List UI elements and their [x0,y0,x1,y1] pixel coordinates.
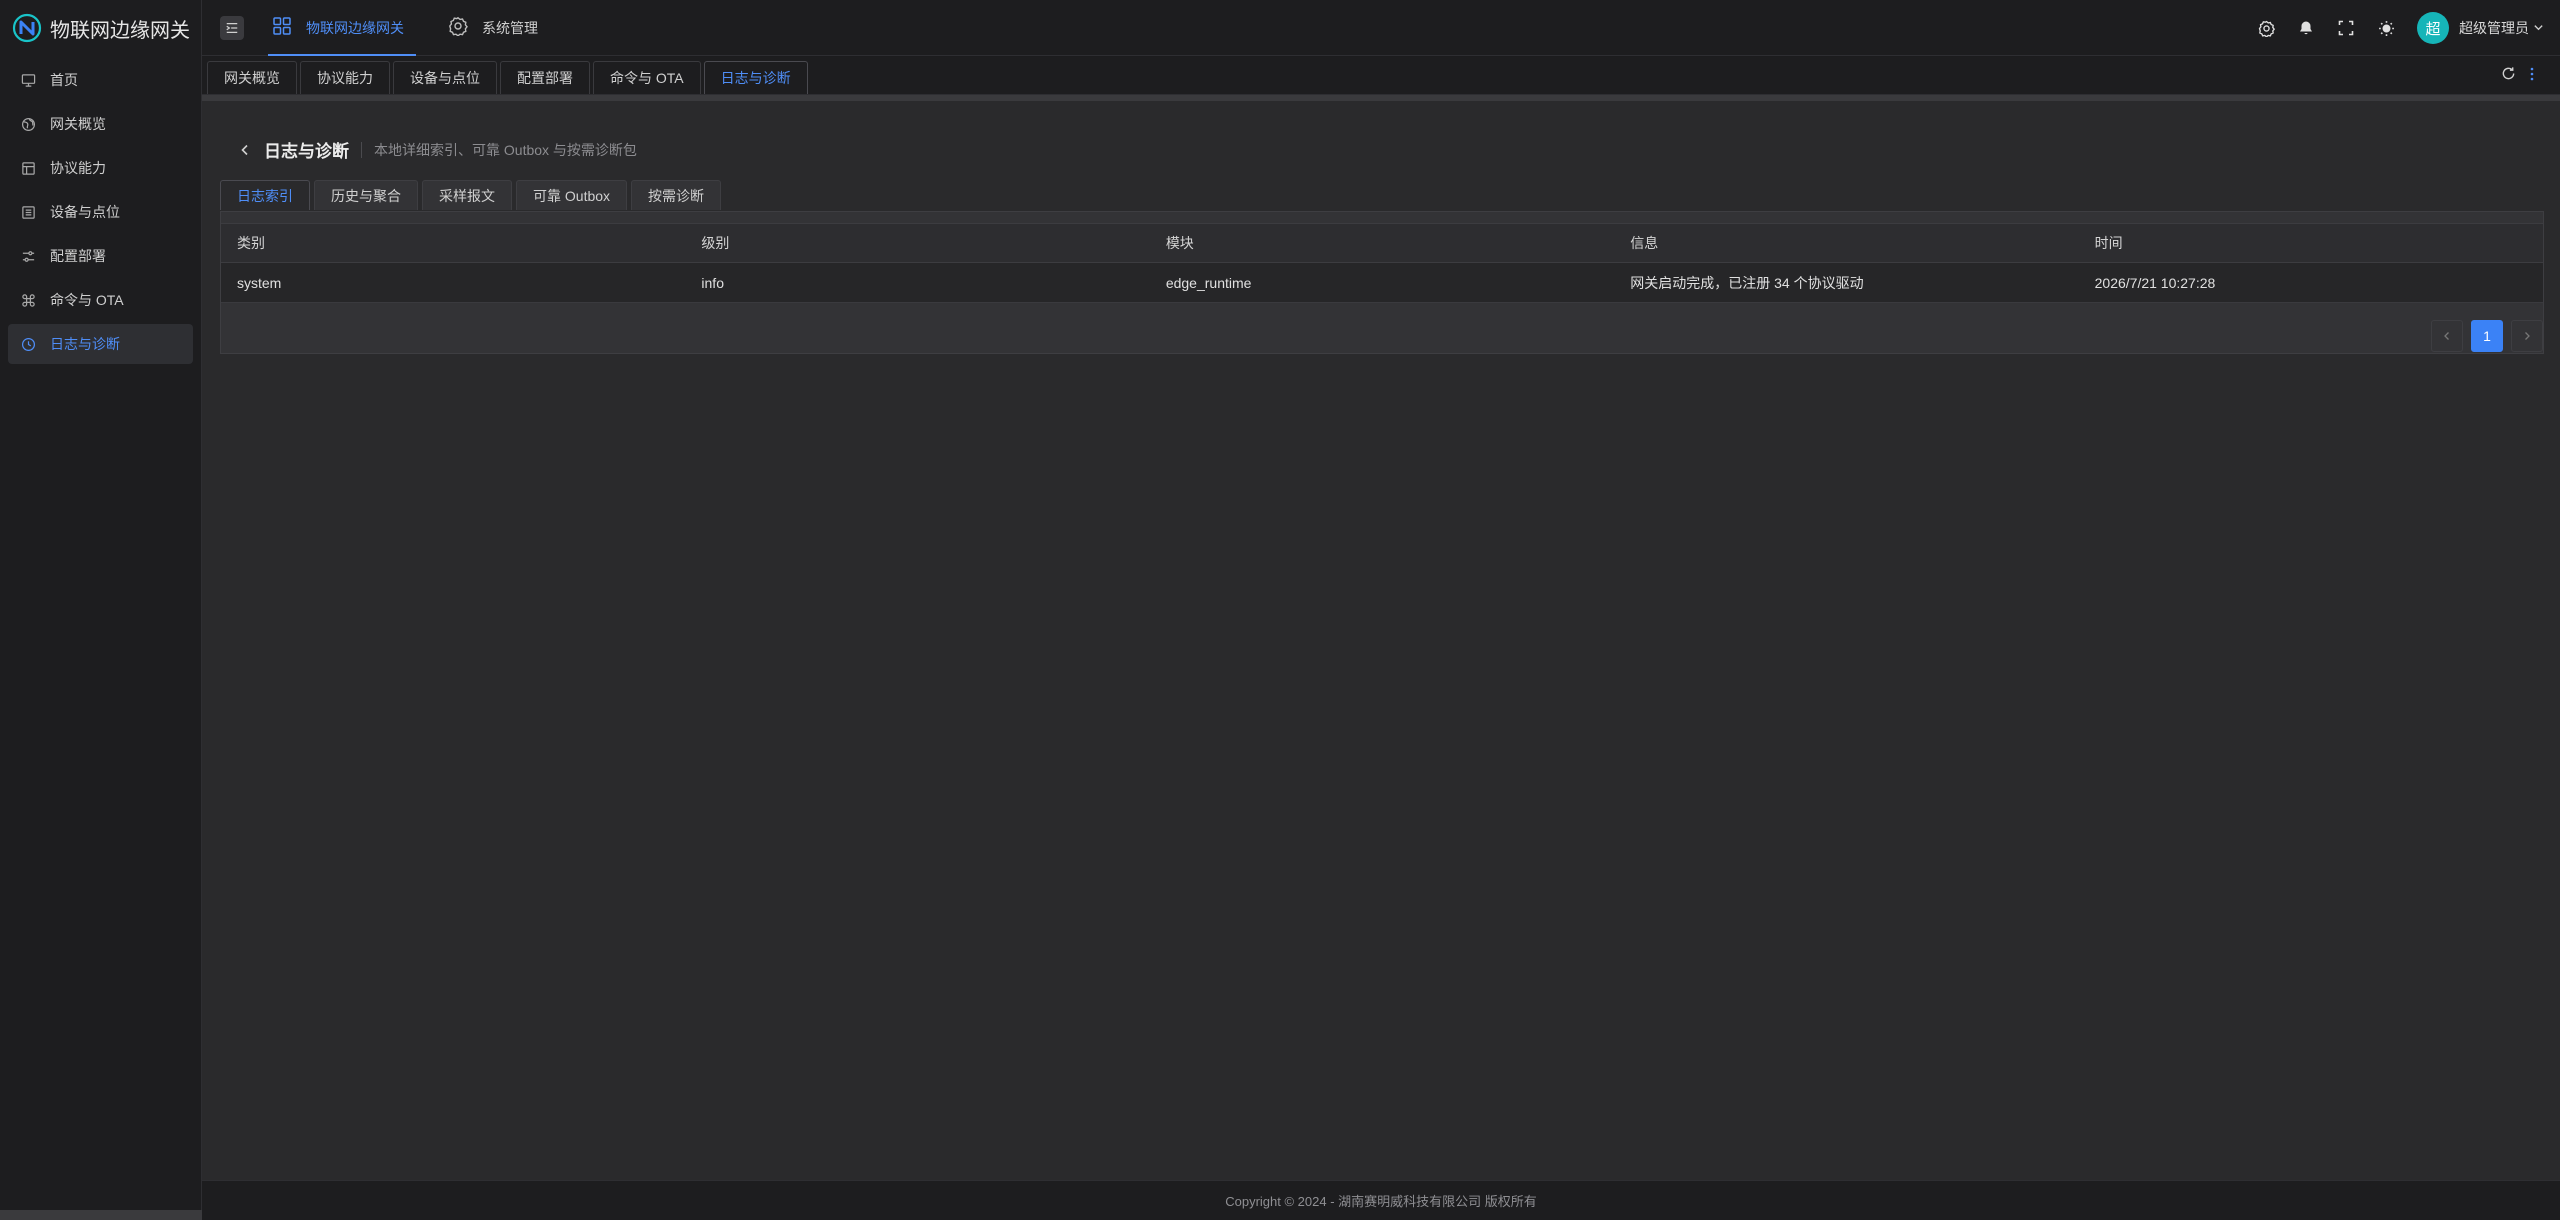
settings-icon[interactable] [2257,19,2275,37]
top-menu: 物联网边缘网关 系统管理 [260,0,550,56]
chevron-right-icon [2525,332,2530,340]
column-header: 时间 [2094,235,2123,251]
subtab-history[interactable]: 历史与聚合 [314,180,418,210]
page-subtitle: 本地详细索引、可靠 Outbox 与按需诊断包 [374,141,637,158]
app-title: 物联网边缘网关 [50,19,190,42]
sidebar-item-command-ota[interactable]: 命令与 OTA [8,280,193,320]
tab-protocol[interactable]: 协议能力 [300,61,390,94]
command-icon [20,292,36,308]
table-cell: system [237,274,282,291]
grid-icon [272,16,292,39]
subtab-outbox[interactable]: 可靠 Outbox [516,180,628,210]
chevron-left-icon [2444,332,2449,340]
sidebar-item-label: 配置部署 [50,248,106,264]
sidebar-nav: 首页 网关概览 协议能力 设备与点位 配置部署 命令与 OTA 日志与诊断 [0,60,201,364]
page-button[interactable]: 1 [2471,320,2503,352]
table-row[interactable]: system info edge_runtime 网关启动完成，已注册 34 个… [221,263,2543,303]
subtab-sample[interactable]: 采样报文 [422,180,512,210]
tab-gateway-overview[interactable]: 网关概览 [207,61,297,94]
sidebar: 物联网边缘网关 首页 网关概览 协议能力 设备与点位 配置部署 命令与 OTA … [0,0,202,1220]
column-header: 模块 [1165,235,1194,251]
layout-icon [20,160,36,176]
next-page-button[interactable] [2511,320,2543,352]
tab-devices[interactable]: 设备与点位 [393,61,497,94]
user-name: 超级管理员 [2459,20,2529,36]
main-content: 日志与诊断 本地详细索引、可靠 Outbox 与按需诊断包 日志索引 历史与聚合… [202,95,2560,1180]
app-logo[interactable]: 物联网边缘网关 [0,0,201,56]
tab-config[interactable]: 配置部署 [500,61,590,94]
divider [361,141,362,158]
list-icon [20,204,36,220]
top-menu-system[interactable]: 系统管理 [436,0,550,56]
sidebar-item-label: 日志与诊断 [50,336,120,352]
page-tabs-actions [2501,57,2534,95]
table-cell: 2026/7/21 10:27:28 [2094,274,2216,291]
logo-icon [12,13,42,43]
page-tabs: 网关概览 协议能力 设备与点位 配置部署 命令与 OTA 日志与诊断 [202,57,2560,95]
sidebar-item-protocol[interactable]: 协议能力 [8,148,193,188]
sidebar-item-label: 命令与 OTA [50,292,124,308]
fullscreen-icon[interactable] [2337,19,2355,37]
back-icon[interactable] [238,143,252,157]
copyright-text: Copyright © 2024 - 湖南赛明威科技有限公司 版权所有 [1225,1194,1537,1209]
footer: Copyright © 2024 - 湖南赛明威科技有限公司 版权所有 [202,1180,2560,1220]
header-actions: 超 超级管理员 [2257,0,2544,56]
sidebar-item-config[interactable]: 配置部署 [8,236,193,276]
clock-icon [20,336,36,352]
gear-icon [448,16,468,39]
sidebar-item-label: 设备与点位 [50,204,120,220]
pagination: 1 [2431,320,2543,352]
log-panel: 类别 级别 模块 信息 时间 system info edge_runtime … [220,211,2544,354]
bell-icon[interactable] [2297,19,2315,37]
user-menu[interactable]: 超 超级管理员 [2417,12,2544,44]
more-vertical-icon[interactable] [2530,67,2534,86]
sidebar-item-logs[interactable]: 日志与诊断 [8,324,193,364]
table-cell: 网关启动完成，已注册 34 个协议驱动 [1630,274,1864,291]
subtab-log-index[interactable]: 日志索引 [220,180,310,210]
log-table: 类别 级别 模块 信息 时间 system info edge_runtime … [221,223,2543,303]
sidebar-item-label: 协议能力 [50,160,106,176]
table-cell: info [701,274,724,291]
avatar: 超 [2417,12,2449,44]
sidebar-item-gateway-overview[interactable]: 网关概览 [8,104,193,144]
sidebar-scrollbar[interactable] [0,1210,202,1220]
table-header-row: 类别 级别 模块 信息 时间 [221,223,2543,263]
sidebar-item-home[interactable]: 首页 [8,60,193,100]
sidebar-item-label: 首页 [50,72,78,88]
column-header: 级别 [701,235,730,251]
column-header: 类别 [237,235,265,251]
chevron-down-icon [2533,20,2544,36]
page-title: 日志与诊断 [264,142,349,161]
monitor-icon [20,72,36,88]
column-header: 信息 [1630,235,1659,251]
refresh-icon[interactable] [2501,66,2516,86]
table-cell: edge_runtime [1165,274,1252,291]
page-header: 日志与诊断 本地详细索引、可靠 Outbox 与按需诊断包 [238,137,637,162]
theme-sun-icon[interactable] [2377,19,2395,37]
top-menu-label: 系统管理 [482,19,538,36]
subtab-diagnose[interactable]: 按需诊断 [631,180,722,210]
sliders-icon [20,248,36,264]
sidebar-item-devices[interactable]: 设备与点位 [8,192,193,232]
top-menu-label: 物联网边缘网关 [306,19,404,36]
prev-page-button[interactable] [2431,320,2463,352]
collapse-sidebar-button[interactable] [220,15,244,40]
menu-fold-icon [226,22,238,33]
tab-command-ota[interactable]: 命令与 OTA [593,61,701,94]
tab-logs[interactable]: 日志与诊断 [703,61,808,94]
top-menu-iot-gateway[interactable]: 物联网边缘网关 [260,0,416,56]
sidebar-item-label: 网关概览 [50,116,106,132]
sub-tabs: 日志索引 历史与聚合 采样报文 可靠 Outbox 按需诊断 [220,180,722,210]
globe-icon [20,116,36,132]
top-header: 物联网边缘网关 系统管理 超 超级管理员 [202,0,2560,56]
